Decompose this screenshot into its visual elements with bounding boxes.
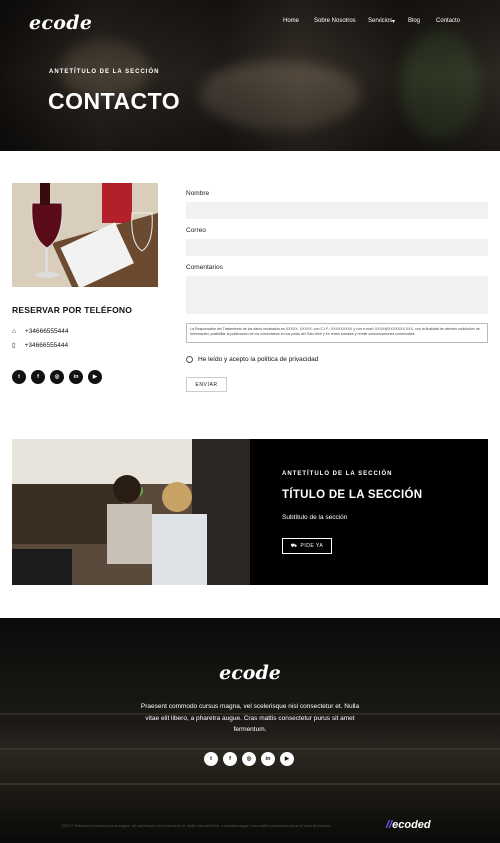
footer-logo[interactable]: ecode bbox=[0, 662, 500, 684]
home-icon: ⌂ bbox=[12, 328, 16, 335]
footer-social-links: t f ◎ in ▶ bbox=[204, 752, 294, 766]
mobile-phone-icon: ▯ bbox=[12, 342, 16, 349]
social-links: t f ◎ in ▶ bbox=[12, 370, 102, 384]
hero-pretitle: ANTETÍTULO DE LA SECCIÓN bbox=[49, 69, 160, 75]
footer-background-shelf bbox=[0, 783, 500, 785]
instagram-icon[interactable]: ◎ bbox=[50, 370, 64, 384]
comments-label: Comentarios bbox=[186, 264, 223, 271]
name-label: Nombre bbox=[186, 190, 210, 197]
nav-services[interactable]: Servicios bbox=[368, 18, 392, 24]
reserve-phone-title: RESERVAR POR TELÉFONO bbox=[12, 305, 133, 315]
order-button[interactable]: ⛟ PIDE YA bbox=[282, 538, 332, 554]
facebook-icon[interactable]: f bbox=[223, 752, 237, 766]
wine-glass-image bbox=[12, 183, 158, 287]
promo-pretitle: ANTETÍTULO DE LA SECCIÓN bbox=[282, 471, 393, 477]
youtube-icon[interactable]: ▶ bbox=[88, 370, 102, 384]
nav-about[interactable]: Sobre Nosotros bbox=[314, 18, 356, 24]
nav-contact[interactable]: Contacto bbox=[436, 18, 460, 24]
privacy-radio[interactable] bbox=[186, 356, 193, 363]
kitchen-illustration bbox=[12, 439, 250, 585]
copyright-text: 2021 © Praesent commodo cursus magna, ve… bbox=[62, 824, 332, 828]
linkedin-icon[interactable]: in bbox=[69, 370, 83, 384]
ecoded-credit-logo[interactable]: //ecoded bbox=[386, 819, 431, 831]
phone-number[interactable]: +34666555444 bbox=[25, 342, 69, 349]
cooking-couple-image bbox=[12, 439, 250, 585]
name-field[interactable] bbox=[186, 202, 488, 219]
page-title: CONTACTO bbox=[48, 88, 181, 114]
phone-row: ⌂ +34666555444 bbox=[12, 328, 69, 335]
footer-description: Praesent commodo cursus magna, vel scele… bbox=[140, 703, 360, 734]
email-label: Correo bbox=[186, 227, 206, 234]
hero-banner: ecode Home Sobre Nosotros Servicios ▾ Bl… bbox=[0, 0, 500, 151]
twitter-icon[interactable]: t bbox=[204, 752, 218, 766]
phone-number[interactable]: +34666555444 bbox=[25, 328, 69, 335]
privacy-label[interactable]: He leído y acepto la política de privaci… bbox=[198, 356, 318, 363]
send-button[interactable]: ENVIAR bbox=[186, 377, 227, 392]
email-field[interactable] bbox=[186, 239, 488, 256]
youtube-icon[interactable]: ▶ bbox=[280, 752, 294, 766]
promo-title: TÍTULO DE LA SECCIÓN bbox=[282, 489, 423, 501]
chevron-down-icon[interactable]: ▾ bbox=[392, 18, 395, 25]
phone-row: ▯ +34666555444 bbox=[12, 341, 69, 350]
order-button-label: PIDE YA bbox=[300, 543, 324, 549]
comments-field[interactable] bbox=[186, 276, 488, 314]
footer-background-shelf bbox=[0, 748, 500, 750]
twitter-icon[interactable]: t bbox=[12, 370, 26, 384]
linkedin-icon[interactable]: in bbox=[261, 752, 275, 766]
nav-home[interactable]: Home bbox=[283, 18, 299, 24]
promo-subtitle: Subtítulo de la sección bbox=[282, 514, 348, 521]
site-footer: ecode Praesent commodo cursus magna, vel… bbox=[0, 618, 500, 843]
credit-label: ecoded bbox=[392, 819, 431, 831]
facebook-icon[interactable]: f bbox=[31, 370, 45, 384]
promo-panel: ANTETÍTULO DE LA SECCIÓN TÍTULO DE LA SE… bbox=[250, 439, 488, 585]
nav-blog[interactable]: Blog bbox=[408, 18, 420, 24]
site-logo[interactable]: ecode bbox=[29, 12, 92, 34]
wine-illustration bbox=[12, 183, 158, 287]
instagram-icon[interactable]: ◎ bbox=[242, 752, 256, 766]
legal-notice: La Responsable del Tratamiento de los da… bbox=[186, 323, 488, 343]
cart-icon: ⛟ bbox=[290, 542, 298, 549]
privacy-consent: He leído y acepto la política de privaci… bbox=[186, 356, 318, 363]
